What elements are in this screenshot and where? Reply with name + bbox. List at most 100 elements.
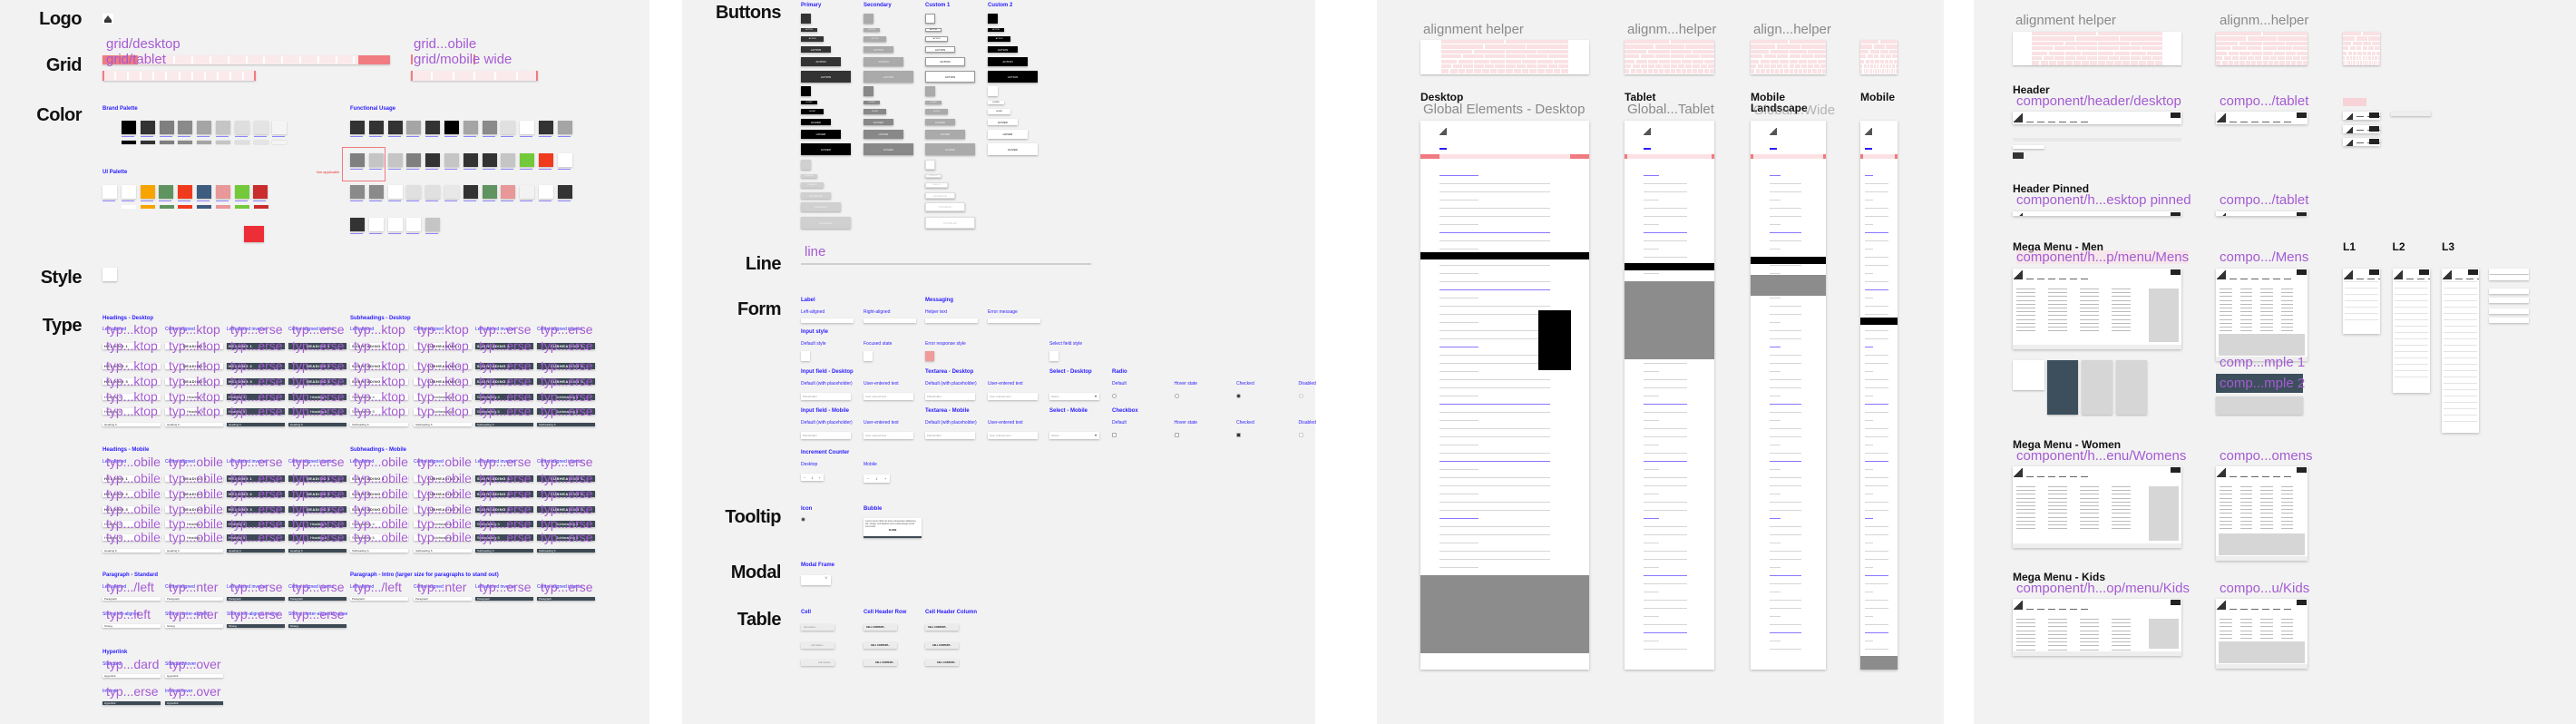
button-secondary-hover[interactable]: HOVER (864, 109, 886, 114)
button-primary-hover[interactable]: HOVER (801, 109, 824, 114)
placeholder-line (1865, 559, 1889, 560)
alignment-cell (2262, 46, 2278, 51)
button-custom-1-action[interactable]: ACTION (925, 71, 975, 83)
checkbox-default[interactable] (1112, 433, 1117, 437)
button-secondary-hover[interactable]: HOVER (864, 101, 880, 104)
placeholder-line (1865, 575, 1889, 576)
button-custom-1-action[interactable]: ACTION (925, 46, 955, 53)
select-input[interactable]: Select... ▾ (1049, 393, 1099, 400)
quantity-stepper[interactable]: −1 + (801, 474, 824, 481)
menu-link (2016, 520, 2035, 522)
button-custom-1-action[interactable]: ACTION (925, 36, 948, 42)
button-primary-disabled[interactable]: DISABLED (801, 192, 831, 199)
placeholder-line (1770, 502, 1801, 503)
select-input[interactable]: Select... ▾ (1049, 432, 1099, 439)
alignment-cell (1498, 69, 1505, 73)
button-secondary-hover[interactable]: HOVER (864, 130, 903, 139)
button-secondary-action[interactable]: ACTION (864, 28, 880, 32)
button-primary-hover[interactable]: HOVER (801, 101, 817, 104)
radio-hover-state[interactable] (1174, 394, 1179, 398)
button-custom-1-hover[interactable] (925, 86, 935, 96)
button-custom-1-disabled[interactable]: DISABLED (925, 202, 965, 211)
button-secondary-hover[interactable]: HOVER (864, 143, 913, 155)
button-custom-1-action[interactable] (925, 14, 935, 24)
button-custom-1-hover[interactable]: HOVER (925, 101, 942, 104)
close-icon[interactable]: × (825, 576, 830, 583)
menu-link (2260, 315, 2273, 317)
radio-checked[interactable] (1236, 394, 1241, 398)
button-primary-action[interactable] (801, 14, 811, 24)
button-custom-1-hover[interactable]: HOVER (925, 119, 955, 125)
grid-gutter (178, 72, 181, 80)
button-primary-hover[interactable]: HOVER (801, 119, 831, 125)
button-custom-1-hover[interactable]: HOVER (925, 143, 975, 155)
button-custom-1-action[interactable]: ACTION (925, 28, 942, 32)
text-input[interactable]: Placeholder (801, 432, 851, 439)
button-secondary-action[interactable]: ACTION (864, 36, 886, 42)
button-custom-2-action[interactable]: ACTION (988, 71, 1038, 83)
button-primary-action[interactable]: ACTION (801, 28, 817, 32)
button-primary-disabled[interactable]: DISABLED (801, 202, 841, 211)
text-input[interactable]: User entered text... (988, 432, 1038, 439)
placeholder-line (1644, 428, 1688, 429)
button-primary-disabled[interactable]: DISABLED (801, 217, 851, 229)
radio-default[interactable] (1112, 394, 1117, 398)
button-custom-2-hover[interactable]: HOVER (988, 143, 1038, 155)
checkbox-checked[interactable] (1236, 433, 1241, 437)
text-input[interactable]: Placeholder (925, 432, 975, 439)
tooltip-icon[interactable] (801, 517, 805, 522)
cart-button (2297, 212, 2307, 216)
button-custom-1-disabled[interactable]: DISABLED (925, 174, 942, 178)
button-secondary-action[interactable]: ACTION (864, 46, 893, 53)
text-input[interactable]: Placeholder (925, 393, 975, 400)
button-custom-1-action[interactable]: ACTION (925, 57, 965, 66)
button-primary-hover[interactable] (801, 86, 811, 96)
checkbox-hover-state[interactable] (1174, 433, 1179, 437)
button-secondary-action[interactable] (864, 14, 873, 24)
quantity-stepper[interactable]: −1 + (864, 475, 890, 483)
button-custom-2-hover[interactable] (988, 86, 998, 96)
button-primary-disabled[interactable]: DISABLED (801, 174, 817, 178)
button-custom-1-disabled[interactable] (925, 160, 935, 170)
button-custom-2-action[interactable] (988, 14, 998, 24)
button-primary-hover[interactable]: HOVER (801, 143, 851, 155)
button-primary-action[interactable]: ACTION (801, 71, 851, 83)
checkbox-disabled[interactable] (1298, 433, 1303, 437)
button-custom-2-hover[interactable]: HOVER (988, 101, 1004, 104)
text-input[interactable]: User entered text... (864, 432, 913, 439)
text-input[interactable]: User entered text... (988, 393, 1038, 400)
button-primary-action[interactable]: ACTION (801, 46, 831, 53)
menu-link (2260, 524, 2273, 525)
menu-link (2239, 622, 2252, 624)
button-custom-1-disabled[interactable]: DISABLED (925, 182, 948, 188)
button-secondary-action[interactable]: ACTION (864, 71, 913, 83)
button-custom-2-action[interactable]: ACTION (988, 46, 1018, 53)
component-label: component/header/desktop (2016, 93, 2181, 109)
placeholder-line (1439, 510, 1551, 511)
button-custom-2-action[interactable]: ACTION (988, 57, 1028, 66)
text-input[interactable]: Placeholder (801, 393, 851, 400)
button-primary-disabled[interactable] (801, 160, 811, 170)
button-secondary-action[interactable]: ACTION (864, 57, 903, 66)
alignment-cell (1693, 49, 1714, 54)
button-secondary-hover[interactable] (864, 86, 873, 96)
menu-link (2239, 486, 2252, 487)
button-custom-2-hover[interactable]: HOVER (988, 130, 1028, 139)
button-custom-2-action[interactable]: ACTION (988, 36, 1010, 42)
button-custom-2-action[interactable]: ACTION (988, 28, 1004, 32)
radio-disabled[interactable] (1298, 394, 1303, 398)
button-custom-2-hover[interactable]: HOVER (988, 109, 1010, 114)
button-custom-1-disabled[interactable]: DISABLED (925, 192, 955, 199)
alignment-cell (2365, 56, 2368, 61)
text-input[interactable]: User entered text... (864, 393, 913, 400)
tooltip-close-button[interactable]: CLOSE (865, 529, 920, 532)
button-custom-1-hover[interactable]: HOVER (925, 109, 948, 114)
button-primary-action[interactable]: ACTION (801, 36, 824, 42)
button-primary-action[interactable]: ACTION (801, 57, 841, 66)
button-custom-2-hover[interactable]: HOVER (988, 119, 1018, 125)
button-primary-hover[interactable]: HOVER (801, 130, 841, 139)
button-primary-disabled[interactable]: DISABLED (801, 182, 824, 188)
button-secondary-hover[interactable]: HOVER (864, 119, 893, 125)
button-custom-1-hover[interactable]: HOVER (925, 130, 965, 139)
button-custom-1-disabled[interactable]: DISABLED (925, 217, 975, 229)
